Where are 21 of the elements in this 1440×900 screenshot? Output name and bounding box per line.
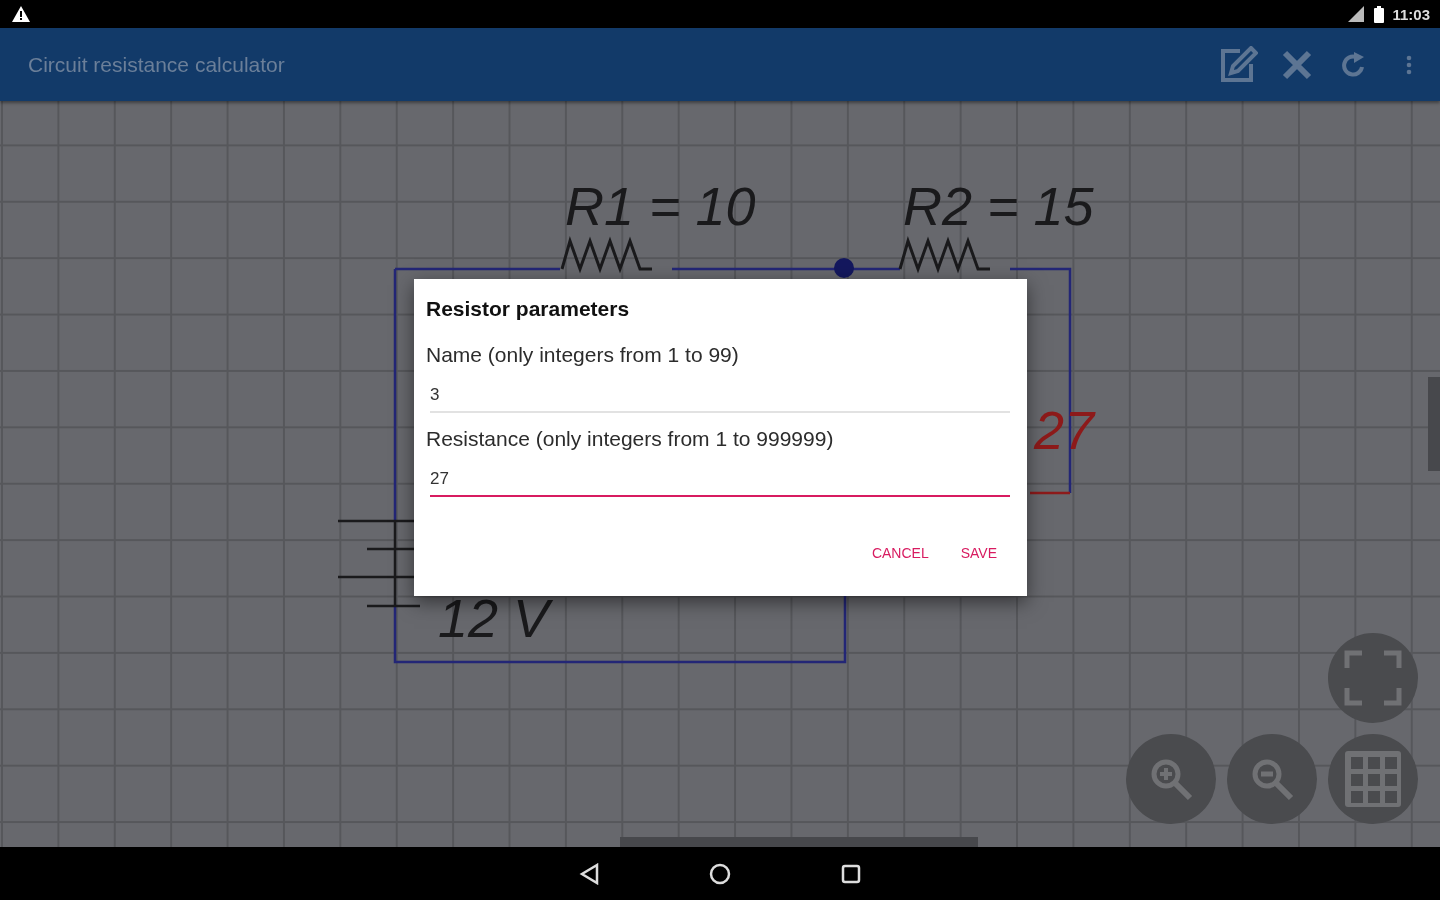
field-label: Name (only integers from 1 to 99) [426,343,740,367]
warning-icon [12,6,30,22]
fullscreen-icon [1344,650,1402,706]
recents-icon[interactable] [841,863,861,884]
home-icon[interactable] [709,862,731,885]
dialog-button[interactable]: SAVE [960,545,997,561]
grid-icon [1345,751,1401,807]
resistor-label: R1 = 10 [565,179,756,233]
app-title: Circuit resistance calculator [28,52,286,77]
back-icon[interactable] [579,862,599,885]
close-icon[interactable] [1282,49,1312,80]
signal-icon [1348,6,1367,22]
battery-icon [1374,5,1385,23]
more-icon[interactable] [1406,54,1412,75]
field-label: Resistance (only integers from 1 to 999999) [426,427,835,451]
clock: 11:03 [1392,5,1430,23]
resistor-label: R2 = 15 [903,179,1094,233]
dialog-button[interactable]: CANCEL [871,545,929,561]
dialog-title: Resistor parameters [426,297,631,321]
edit-icon[interactable] [1218,45,1258,84]
refresh-icon[interactable] [1342,51,1366,78]
